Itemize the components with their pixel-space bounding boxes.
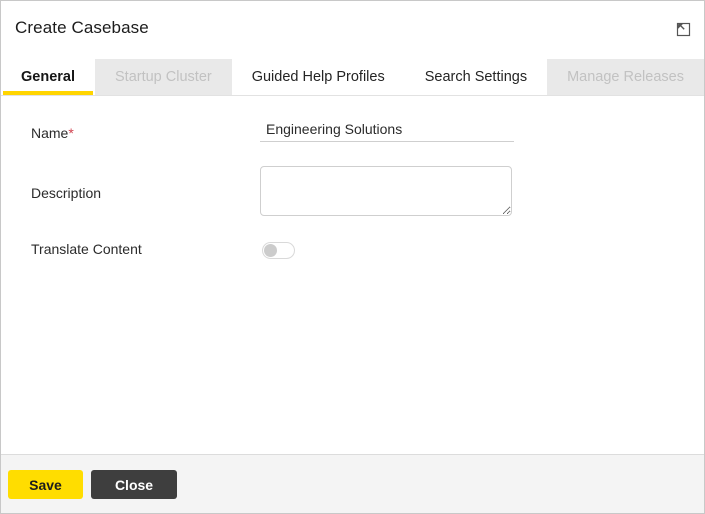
description-label: Description [31, 185, 102, 201]
name-label: Name* [31, 125, 74, 141]
name-label-text: Name [31, 125, 69, 141]
tab-label: Guided Help Profiles [251, 69, 385, 85]
description-textarea[interactable] [260, 166, 512, 216]
tabstrip: General Startup Cluster Guided Help Prof… [1, 59, 704, 96]
dialog-header: Create Casebase [1, 1, 704, 58]
dialog-footer: Save Close [1, 454, 704, 513]
name-input[interactable] [260, 118, 514, 142]
tab-label: General [21, 69, 75, 85]
save-button[interactable]: Save [8, 470, 83, 499]
tab-general[interactable]: General [1, 59, 95, 95]
tab-manage-releases: Manage Releases [547, 59, 704, 95]
create-casebase-dialog: Create Casebase General Startup Cluster … [0, 0, 705, 514]
toggle-knob [264, 244, 277, 257]
tab-startup-cluster: Startup Cluster [95, 59, 232, 95]
close-button[interactable]: Close [91, 470, 177, 499]
tab-guided-help-profiles[interactable]: Guided Help Profiles [231, 59, 405, 95]
translate-content-label: Translate Content [31, 241, 142, 257]
tab-label: Manage Releases [567, 69, 684, 85]
tab-label: Startup Cluster [115, 69, 212, 85]
page-title: Create Casebase [15, 18, 149, 37]
tab-search-settings[interactable]: Search Settings [404, 59, 548, 95]
tab-label: Search Settings [424, 69, 528, 85]
general-tab-panel: Name* Description Translate Content [1, 96, 704, 454]
restore-window-icon[interactable] [668, 14, 696, 42]
translate-content-toggle[interactable] [262, 242, 295, 259]
required-asterisk: * [68, 125, 74, 141]
